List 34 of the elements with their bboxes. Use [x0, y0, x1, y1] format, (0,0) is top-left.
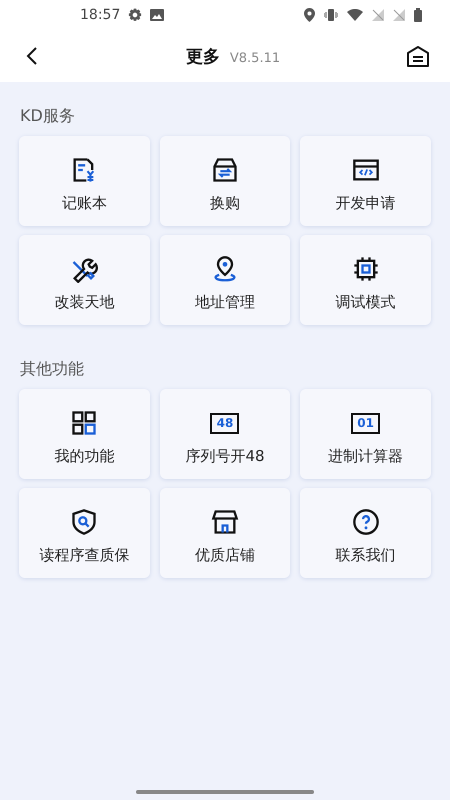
battery-icon: [414, 8, 422, 22]
no-sim-icon: [372, 9, 384, 21]
box-icon: [210, 156, 239, 184]
home-button[interactable]: [406, 45, 430, 67]
grid-icon: [70, 409, 98, 437]
section-title: 其他功能: [20, 359, 85, 379]
image-icon: [150, 9, 164, 21]
feature-tile[interactable]: 读程序查质保: [19, 488, 150, 578]
version-label: V8.5.11: [230, 50, 280, 66]
feature-tile[interactable]: 联系我们: [300, 488, 431, 578]
status-time: 18:57: [80, 7, 120, 23]
feature-tile[interactable]: 地址管理: [160, 235, 290, 325]
number-screen-icon: 01: [351, 412, 380, 434]
help-icon: [352, 508, 380, 536]
wifi-icon: [347, 9, 363, 21]
store-icon: [210, 508, 239, 536]
chip-icon: [352, 255, 380, 283]
feature-tile[interactable]: 调试模式: [300, 235, 431, 325]
feature-tile[interactable]: 优质店铺: [160, 488, 290, 578]
page-title: 更多: [186, 46, 220, 68]
feature-tile[interactable]: 开发申请: [300, 136, 431, 226]
feature-tile[interactable]: 改装天地: [19, 235, 150, 325]
section-title: KD服务: [20, 106, 76, 126]
number-screen-icon: 48: [210, 412, 240, 434]
feature-tile[interactable]: 记账本: [19, 136, 150, 226]
vibrate-icon: [324, 9, 338, 21]
no-sim-icon: [393, 9, 405, 21]
feature-tile[interactable]: 我的功能: [19, 389, 150, 479]
shield-search-icon: [70, 508, 98, 536]
settings-icon: [128, 8, 142, 22]
feature-tile[interactable]: 换购: [160, 136, 290, 226]
location-icon: [304, 8, 315, 22]
feature-tile[interactable]: 01 进制计算器: [300, 389, 431, 479]
feature-tile[interactable]: 48 序列号开48: [160, 389, 290, 479]
